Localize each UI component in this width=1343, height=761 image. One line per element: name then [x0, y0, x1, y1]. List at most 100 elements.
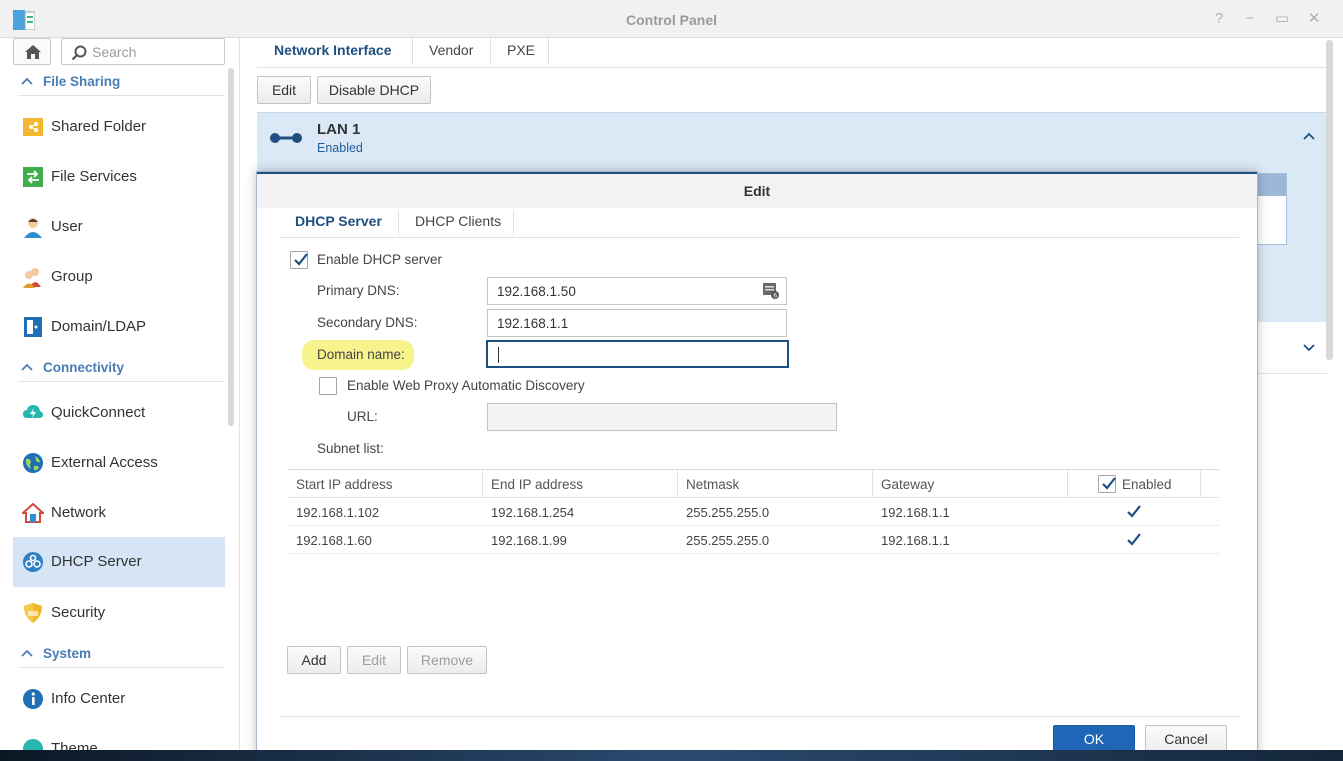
text-caret: [498, 347, 499, 363]
tab-separator: [548, 38, 549, 64]
sidebar-item-label: DHCP Server: [51, 553, 142, 570]
sidebar-item-shared-folder[interactable]: Shared Folder: [13, 103, 225, 151]
cell-end-ip: 192.168.1.254: [491, 505, 575, 520]
sidebar-item-security[interactable]: Security: [13, 589, 225, 637]
column-gateway[interactable]: Gateway: [881, 477, 934, 492]
column-start-ip[interactable]: Start IP address: [296, 477, 393, 492]
close-icon[interactable]: ✕: [1303, 8, 1325, 30]
cell-gateway: 192.168.1.1: [881, 533, 950, 548]
sidebar-item-external-access[interactable]: External Access: [13, 439, 225, 487]
section-file-sharing[interactable]: File Sharing: [18, 70, 225, 96]
tab-vendor[interactable]: Vendor: [413, 38, 489, 68]
quickconnect-icon: [23, 405, 43, 418]
sidebar-item-quickconnect[interactable]: QuickConnect: [13, 389, 225, 437]
chevron-up-icon: [21, 363, 33, 371]
dns-picker-icon[interactable]: 6: [763, 282, 780, 299]
checkmark-icon: [1102, 477, 1116, 490]
cell-netmask: 255.255.255.0: [686, 533, 770, 548]
dhcp-server-icon: [23, 552, 43, 572]
sidebar-item-label: Domain/LDAP: [51, 318, 147, 335]
column-end-ip[interactable]: End IP address: [491, 477, 583, 492]
cell-gateway: 192.168.1.1: [881, 505, 950, 520]
tab-network-interface[interactable]: Network Interface: [258, 38, 407, 68]
sidebar-scrollbar[interactable]: [228, 68, 234, 426]
maximize-icon[interactable]: ▭: [1271, 8, 1293, 30]
enable-dhcp-label: Enable DHCP server: [317, 252, 443, 267]
enable-all-checkbox[interactable]: [1098, 475, 1116, 493]
sidebar: Search File Sharing Shared Folder File S…: [0, 38, 240, 750]
cancel-button[interactable]: Cancel: [1145, 725, 1227, 750]
search-icon: [71, 45, 87, 61]
sidebar-item-user[interactable]: User: [13, 203, 225, 251]
cell-start-ip: 192.168.1.60: [296, 533, 372, 548]
column-enabled[interactable]: Enabled: [1122, 477, 1172, 492]
info-icon: [23, 689, 43, 709]
tab-pxe[interactable]: PXE: [491, 38, 551, 68]
edit-subnet-button[interactable]: Edit: [347, 646, 401, 674]
dialog-title-bar: Edit: [257, 172, 1257, 208]
tab-dhcp-server[interactable]: DHCP Server: [279, 208, 398, 238]
wpad-checkbox[interactable]: [319, 377, 337, 395]
domain-name-field[interactable]: [486, 340, 789, 368]
section-label: Connectivity: [43, 360, 125, 375]
section-connectivity[interactable]: Connectivity: [18, 356, 225, 382]
add-button[interactable]: Add: [287, 646, 341, 674]
theme-icon: [23, 739, 43, 750]
minimize-icon[interactable]: −: [1239, 8, 1261, 30]
secondary-dns-value: 192.168.1.1: [497, 316, 569, 331]
sidebar-item-info-center[interactable]: Info Center: [13, 675, 225, 723]
sidebar-item-label: Security: [51, 604, 106, 621]
table-row[interactable]: 192.168.1.60 192.168.1.99 255.255.255.0 …: [287, 526, 1219, 554]
search-placeholder: Search: [92, 44, 137, 60]
shared-folder-icon: [23, 118, 43, 136]
shield-icon: [24, 603, 42, 623]
sidebar-item-domain-ldap[interactable]: Domain/LDAP: [13, 303, 225, 351]
svg-text:6: 6: [773, 293, 777, 300]
main-scrollbar[interactable]: [1326, 40, 1333, 360]
control-panel-window: Control Panel ? − ▭ ✕ Search File Sharin…: [0, 0, 1343, 750]
cell-end-ip: 192.168.1.99: [491, 533, 567, 548]
disable-dhcp-button[interactable]: Disable DHCP: [317, 76, 431, 104]
sidebar-item-file-services[interactable]: File Services: [13, 153, 225, 201]
home-button[interactable]: [13, 38, 51, 65]
file-services-icon: [23, 167, 43, 187]
tab-dhcp-clients[interactable]: DHCP Clients: [399, 208, 517, 238]
enable-dhcp-checkbox[interactable]: [290, 251, 308, 269]
enabled-checkbox[interactable]: [1125, 503, 1143, 521]
edit-button[interactable]: Edit: [257, 76, 311, 104]
sidebar-item-dhcp-server[interactable]: DHCP Server: [13, 537, 225, 587]
search-input[interactable]: Search: [61, 38, 225, 65]
sidebar-item-label: Info Center: [51, 690, 126, 707]
dialog-title: Edit: [743, 183, 771, 199]
home-icon: [25, 45, 41, 59]
sidebar-item-label: Network: [51, 504, 107, 521]
column-separator: [677, 470, 678, 498]
domain-name-label: Domain name:: [317, 347, 405, 362]
url-field[interactable]: [487, 403, 837, 431]
subnet-list-label: Subnet list:: [317, 441, 384, 456]
secondary-dns-field[interactable]: 192.168.1.1: [487, 309, 787, 337]
help-icon[interactable]: ?: [1208, 8, 1230, 30]
ok-button[interactable]: OK: [1053, 725, 1135, 750]
table-row[interactable]: 192.168.1.102 192.168.1.254 255.255.255.…: [287, 498, 1219, 526]
secondary-dns-label: Secondary DNS:: [317, 315, 418, 330]
sidebar-item-group[interactable]: Group: [13, 253, 225, 301]
section-label: File Sharing: [43, 74, 121, 89]
remove-button[interactable]: Remove: [407, 646, 487, 674]
desktop-background-strip: [0, 750, 1343, 761]
sidebar-item-network[interactable]: Network: [13, 489, 225, 537]
dialog-tabs-divider: [279, 237, 1239, 238]
chevron-down-icon[interactable]: [1302, 342, 1316, 352]
column-netmask[interactable]: Netmask: [686, 477, 739, 492]
enabled-checkbox[interactable]: [1125, 531, 1143, 549]
primary-dns-value: 192.168.1.50: [497, 284, 576, 299]
cell-start-ip: 192.168.1.102: [296, 505, 380, 520]
title-bar: Control Panel ? − ▭ ✕: [0, 0, 1343, 38]
sidebar-item-theme[interactable]: Theme: [13, 725, 225, 750]
sidebar-item-label: File Services: [51, 168, 137, 185]
section-system[interactable]: System: [18, 642, 225, 668]
primary-dns-field[interactable]: 192.168.1.50 6: [487, 277, 787, 305]
chevron-up-icon[interactable]: [1302, 131, 1316, 141]
user-icon: [24, 218, 42, 238]
globe-icon: [23, 453, 43, 473]
